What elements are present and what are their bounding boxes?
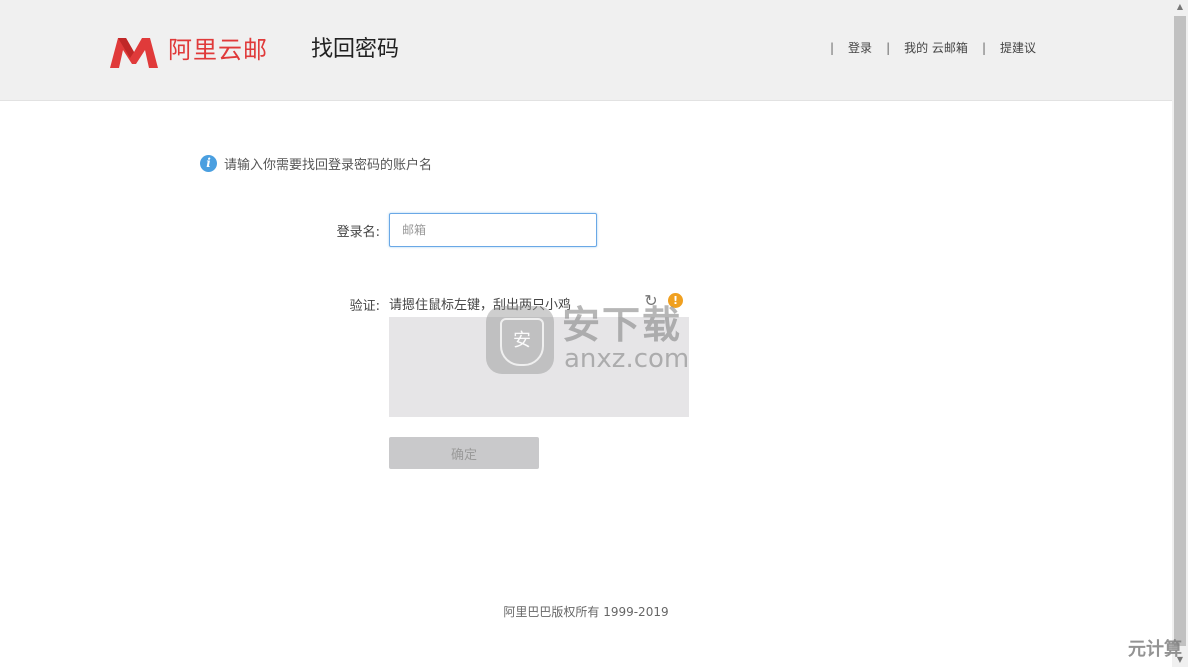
watermark-shield-icon: 安 bbox=[486, 306, 554, 374]
vertical-scrollbar[interactable]: ▲ ▼ bbox=[1172, 0, 1188, 667]
logo-text[interactable]: 阿里云邮 bbox=[168, 36, 268, 64]
page-title: 找回密码 bbox=[311, 37, 400, 62]
nav-separator: | bbox=[830, 41, 835, 55]
nav-separator: | bbox=[981, 41, 986, 55]
corner-watermark: 元计算 bbox=[1128, 639, 1182, 660]
footer-copyright: 阿里巴巴版权所有 1999-2019 bbox=[503, 605, 669, 619]
info-icon: i bbox=[200, 155, 217, 172]
scroll-up-icon[interactable]: ▲ bbox=[1172, 0, 1188, 14]
verify-label: 验证: bbox=[349, 299, 380, 314]
info-message: i 请输入你需要找回登录密码的账户名 bbox=[200, 154, 432, 173]
login-name-input[interactable] bbox=[389, 213, 597, 247]
watermark: 安 安下载 anxz.com bbox=[486, 304, 706, 376]
nav-separator: | bbox=[886, 41, 891, 55]
header: 阿里云邮 找回密码 | 登录 | 我的 云邮箱 | 提建议 bbox=[0, 0, 1172, 101]
watermark-cn-text: 安下载 bbox=[562, 303, 683, 347]
info-text: 请输入你需要找回登录密码的账户名 bbox=[224, 158, 433, 173]
nav-my-mailbox-link[interactable]: 我的 云邮箱 bbox=[904, 40, 968, 56]
top-nav: | 登录 | 我的 云邮箱 | 提建议 bbox=[816, 40, 1036, 56]
scroll-thumb[interactable] bbox=[1174, 16, 1186, 646]
watermark-en-text: anxz.com bbox=[564, 344, 690, 374]
watermark-shield-char: 安 bbox=[500, 318, 544, 366]
logo-icon[interactable] bbox=[108, 34, 160, 70]
login-name-label: 登录名: bbox=[336, 225, 380, 240]
nav-feedback-link[interactable]: 提建议 bbox=[1000, 40, 1036, 56]
nav-login-link[interactable]: 登录 bbox=[848, 40, 872, 56]
confirm-button[interactable]: 确定 bbox=[389, 437, 539, 469]
